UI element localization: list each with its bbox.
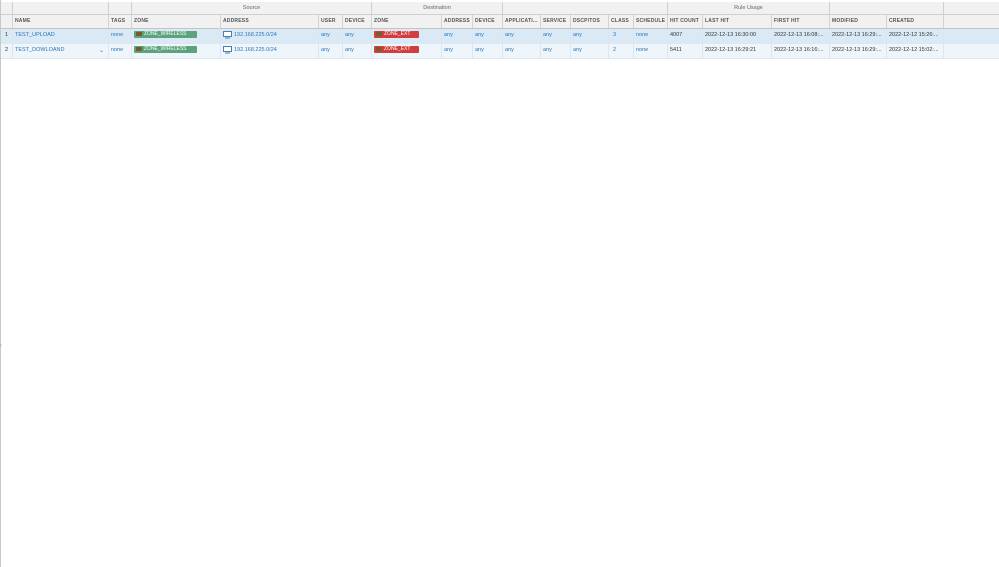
modified: 2022-12-13 16:29:... xyxy=(830,44,887,58)
application[interactable]: any xyxy=(503,44,541,58)
column-header-service[interactable]: SERVICE xyxy=(541,15,571,28)
destination-zone-cell[interactable]: ZONE_EXT xyxy=(372,44,442,58)
source-zone-label: ZONE_WIRELESS xyxy=(144,31,187,38)
column-header-application[interactable]: APPLICATI... xyxy=(503,15,541,28)
zone-icon xyxy=(136,31,142,36)
group-header-rule-usage: Rule Usage xyxy=(668,2,830,14)
hit-count: 4007 xyxy=(668,29,703,43)
source-device[interactable]: any xyxy=(343,29,372,43)
column-header-hit-count[interactable]: HIT COUNT xyxy=(668,15,703,28)
source-zone-tag[interactable]: ZONE_WIRELESS xyxy=(134,31,197,39)
destination-zone-label: ZONE_EXT xyxy=(384,46,411,53)
source-device[interactable]: any xyxy=(343,44,372,58)
source-zone-cell[interactable]: ZONE_WIRELESS xyxy=(132,29,221,43)
group-header-destination: Destination xyxy=(372,2,503,14)
source-user[interactable]: any xyxy=(319,29,343,43)
column-header-name[interactable]: NAME xyxy=(13,15,109,28)
schedule[interactable]: none xyxy=(634,29,668,43)
column-header-schedule[interactable]: SCHEDULE xyxy=(634,15,668,28)
column-header-modified[interactable]: MODIFIED xyxy=(830,15,887,28)
group-header-blank xyxy=(109,2,132,14)
destination-device[interactable]: any xyxy=(473,29,503,43)
hit-count: 5411 xyxy=(668,44,703,58)
column-header-destination-device[interactable]: DEVICE xyxy=(473,15,503,28)
application[interactable]: any xyxy=(503,29,541,43)
column-header-source-zone[interactable]: ZONE xyxy=(132,15,221,28)
created: 2022-12-12 15:02:... xyxy=(887,44,944,58)
destination-zone-cell[interactable]: ZONE_EXT xyxy=(372,29,442,43)
security-policy-table: Source Destination Rule Usage NAME TAGS … xyxy=(1,2,999,59)
source-address-cell[interactable]: 192.168.225.0/24 xyxy=(221,29,319,43)
schedule[interactable]: none xyxy=(634,44,668,58)
service[interactable]: any xyxy=(541,29,571,43)
address-object-icon xyxy=(223,30,232,39)
source-user[interactable]: any xyxy=(319,44,343,58)
column-header-created[interactable]: CREATED xyxy=(887,15,944,28)
source-zone-tag[interactable]: ZONE_WIRELESS xyxy=(134,46,197,54)
rule-name-link[interactable]: TEST_UPLOAD xyxy=(13,29,109,43)
destination-zone-label: ZONE_EXT xyxy=(384,31,411,38)
group-header-blank xyxy=(503,2,668,14)
rule-tags[interactable]: none xyxy=(109,29,132,43)
column-header-dscp-tos[interactable]: DSCP/TOS xyxy=(571,15,609,28)
group-header-blank xyxy=(13,2,109,14)
address-object-icon xyxy=(223,45,232,54)
group-header-source: Source xyxy=(132,2,372,14)
row-number: 1 xyxy=(1,29,13,43)
source-zone-label: ZONE_WIRELESS xyxy=(144,46,187,53)
source-zone-cell[interactable]: ZONE_WIRELESS xyxy=(132,44,221,58)
column-header-source-address[interactable]: ADDRESS xyxy=(221,15,319,28)
source-address-link[interactable]: 192.168.225.0/24 xyxy=(234,32,277,38)
column-header-last-hit[interactable]: LAST HIT xyxy=(703,15,772,28)
table-row[interactable]: 1 TEST_UPLOAD none ZONE_WIRELESS 192.168… xyxy=(1,29,999,44)
destination-zone-tag[interactable]: ZONE_EXT xyxy=(374,46,419,54)
source-address-link[interactable]: 192.168.225.0/24 xyxy=(234,47,277,53)
rule-name-cell[interactable]: TEST_DOWLOAND ⌄ xyxy=(13,44,109,58)
dscp-tos[interactable]: any xyxy=(571,29,609,43)
class[interactable]: 3 xyxy=(609,29,634,43)
source-address-cell[interactable]: 192.168.225.0/24 xyxy=(221,44,319,58)
zone-icon xyxy=(376,46,382,51)
group-header-blank xyxy=(830,2,944,14)
rule-name-link[interactable]: TEST_DOWLOAND xyxy=(15,47,65,53)
chevron-down-icon[interactable]: ⌄ xyxy=(99,45,104,57)
column-header-index xyxy=(1,15,13,28)
column-header-tags[interactable]: TAGS xyxy=(109,15,132,28)
column-header-destination-zone[interactable]: ZONE xyxy=(372,15,442,28)
destination-device[interactable]: any xyxy=(473,44,503,58)
row-number: 2 xyxy=(1,44,13,58)
collapse-panel-handle-icon[interactable]: ‹ xyxy=(0,343,2,349)
column-header-user[interactable]: USER xyxy=(319,15,343,28)
group-header-row: Source Destination Rule Usage xyxy=(1,2,999,15)
destination-address[interactable]: any xyxy=(442,29,473,43)
column-header-destination-address[interactable]: ADDRESS xyxy=(442,15,473,28)
first-hit: 2022-12-13 16:16:... xyxy=(772,44,830,58)
dscp-tos[interactable]: any xyxy=(571,44,609,58)
column-header-first-hit[interactable]: FIRST HIT xyxy=(772,15,830,28)
service[interactable]: any xyxy=(541,44,571,58)
column-header-class[interactable]: CLASS xyxy=(609,15,634,28)
last-hit: 2022-12-13 16:30:00 xyxy=(703,29,772,43)
modified: 2022-12-13 16:29:... xyxy=(830,29,887,43)
zone-icon xyxy=(376,31,382,36)
destination-zone-tag[interactable]: ZONE_EXT xyxy=(374,31,419,39)
first-hit: 2022-12-13 16:08:... xyxy=(772,29,830,43)
group-header-blank xyxy=(1,2,13,14)
column-header-row: NAME TAGS ZONE ADDRESS USER DEVICE ZONE … xyxy=(1,15,999,29)
class[interactable]: 2 xyxy=(609,44,634,58)
created: 2022-12-12 15:26:... xyxy=(887,29,944,43)
destination-address[interactable]: any xyxy=(442,44,473,58)
last-hit: 2022-12-13 16:29:21 xyxy=(703,44,772,58)
table-row[interactable]: 2 TEST_DOWLOAND ⌄ none ZONE_WIRELESS 192… xyxy=(1,44,999,59)
zone-icon xyxy=(136,46,142,51)
column-header-source-device[interactable]: DEVICE xyxy=(343,15,372,28)
rule-tags[interactable]: none xyxy=(109,44,132,58)
panel-border xyxy=(0,0,1,567)
